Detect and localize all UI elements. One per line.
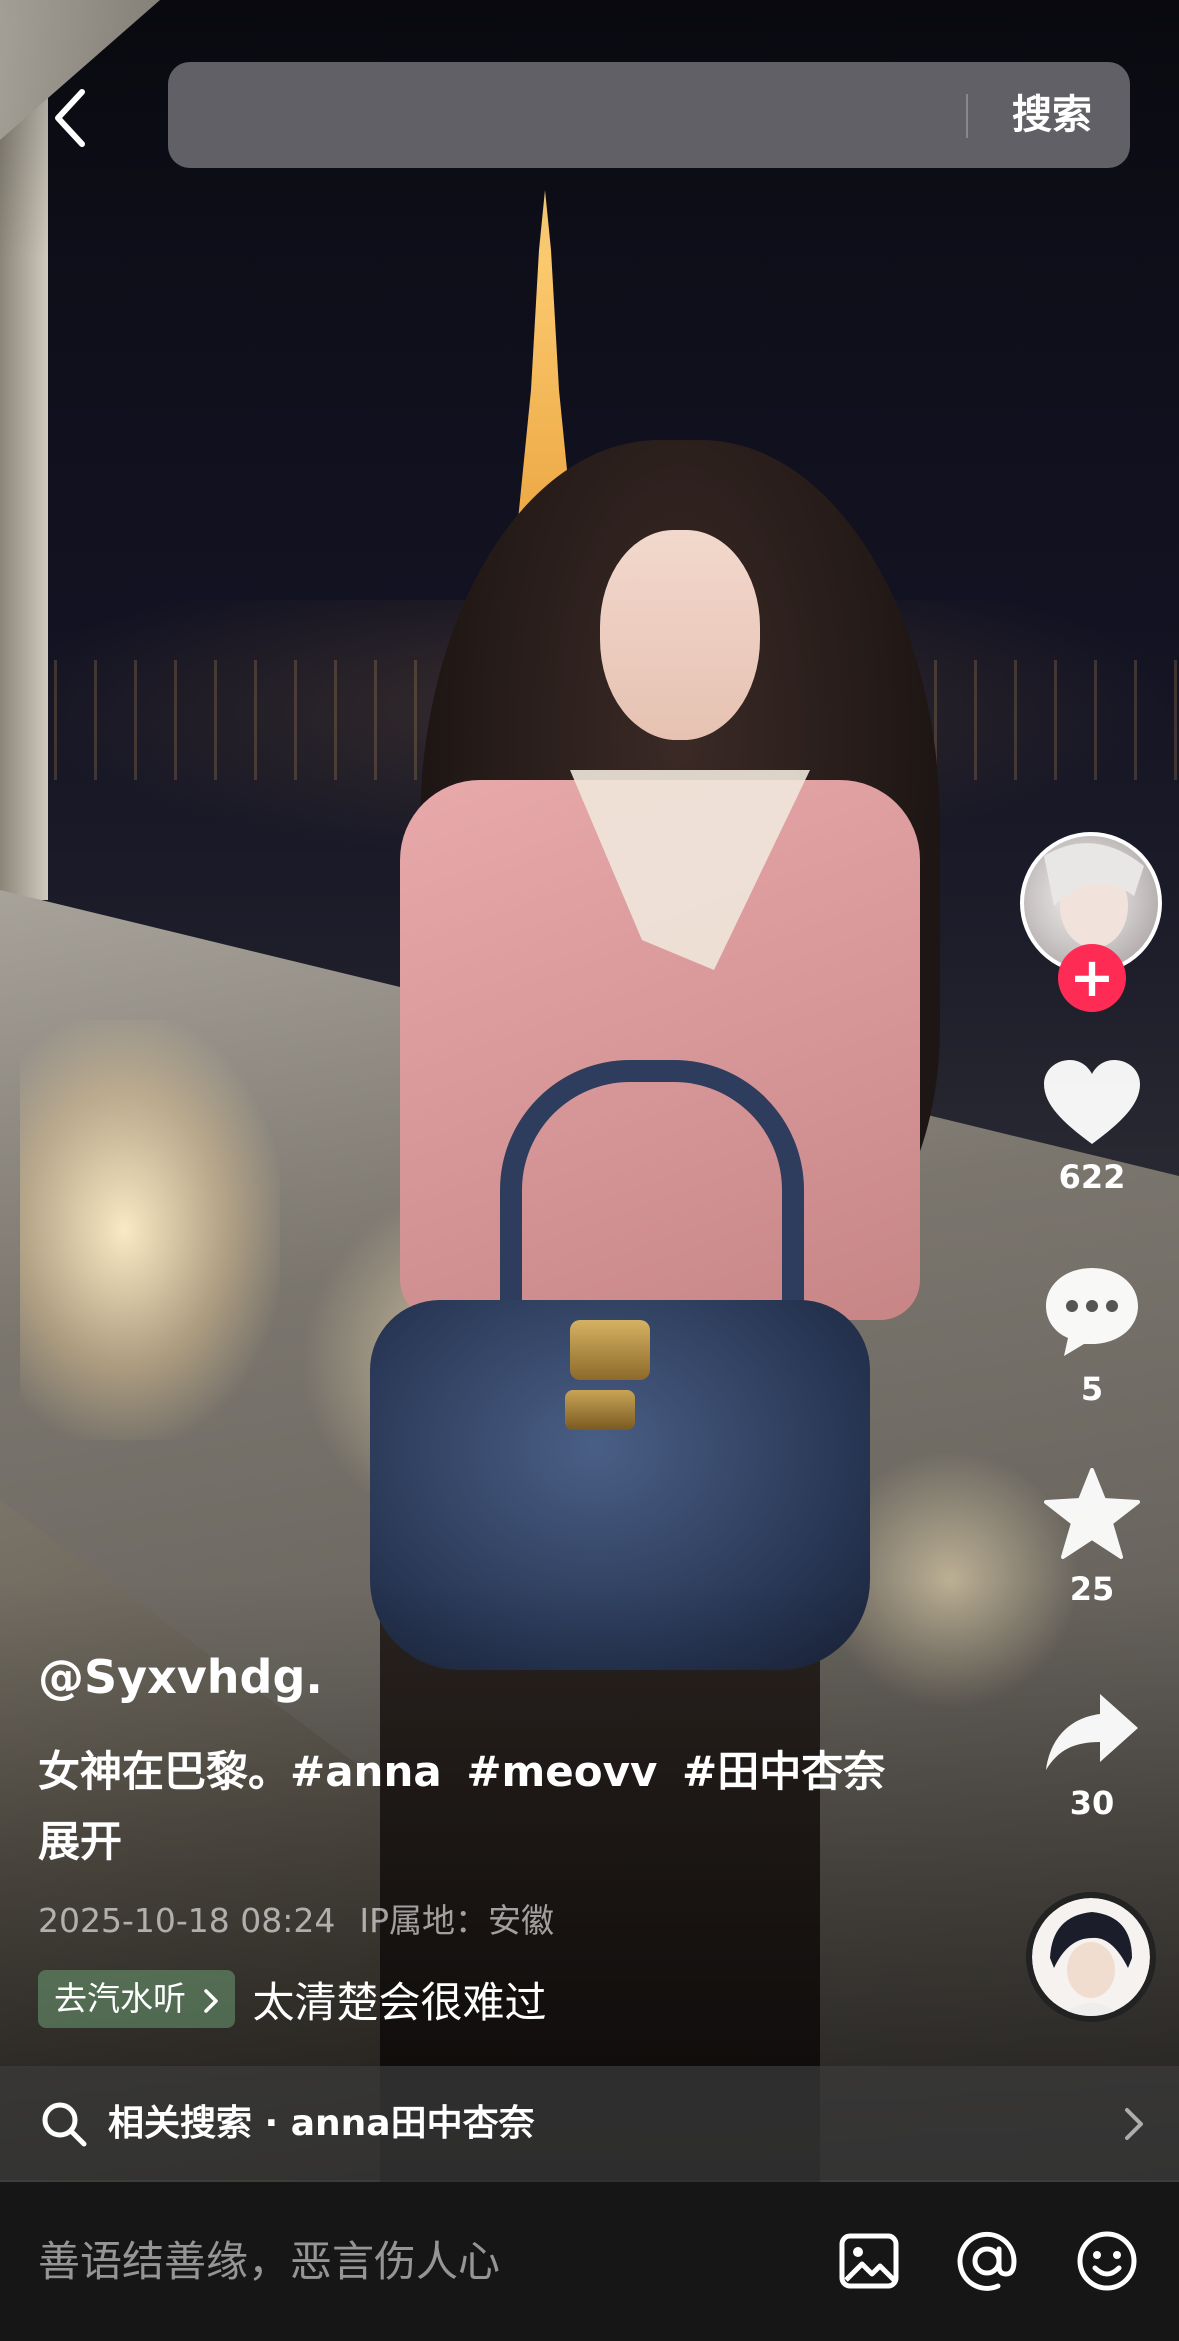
back-button[interactable] xyxy=(40,78,100,158)
comment-button[interactable]: 5 xyxy=(1022,1264,1162,1408)
favorite-button[interactable]: 25 xyxy=(1022,1468,1162,1608)
comment-input[interactable]: 善语结善缘，恶言伤人心 xyxy=(38,2182,500,2341)
hashtag[interactable]: #anna xyxy=(290,1747,442,1796)
video-background[interactable] xyxy=(0,0,1179,2182)
comment-icon xyxy=(1046,1268,1138,1356)
caption-text: 女神在巴黎。 xyxy=(38,1747,291,1796)
search-input[interactable]: 搜索 xyxy=(168,62,1130,168)
comment-count: 5 xyxy=(1080,1370,1104,1408)
person-face xyxy=(600,530,760,740)
at-icon[interactable] xyxy=(954,2228,1020,2294)
bag-lock xyxy=(565,1390,635,1430)
bag-lock xyxy=(570,1320,650,1380)
search-icon xyxy=(42,2102,87,2147)
post-timestamp: 2025-10-18 08:24 xyxy=(38,1901,336,1940)
music-row[interactable]: 去汽水听 太清楚会很难过 xyxy=(38,1968,547,2030)
star-icon xyxy=(1044,1468,1140,1559)
music-disc[interactable] xyxy=(1026,1892,1156,2022)
related-search-label: 相关搜索 · anna田中杏奈 xyxy=(108,2103,535,2144)
back-icon xyxy=(55,89,85,147)
chevron-right-icon xyxy=(1125,2108,1143,2140)
expand-link[interactable]: 展开 xyxy=(38,1808,122,1869)
image-icon[interactable] xyxy=(836,2228,902,2294)
related-search-bar[interactable]: 相关搜索 · anna田中杏奈 xyxy=(0,2066,1179,2182)
hashtag[interactable]: #meovv xyxy=(466,1747,657,1796)
search-divider xyxy=(966,94,968,138)
search-button[interactable]: 搜索 xyxy=(1012,62,1092,168)
author-name[interactable]: @Syxvhdg. xyxy=(38,1650,323,1704)
favorite-count: 25 xyxy=(1069,1570,1115,1608)
hashtag[interactable]: #田中杏奈 xyxy=(682,1747,885,1796)
heart-icon xyxy=(1044,1060,1140,1144)
share-count: 30 xyxy=(1069,1784,1115,1822)
music-cover xyxy=(1032,1898,1150,2016)
post-caption: 女神在巴黎。#anna #meovv #田中杏奈 xyxy=(38,1738,885,1799)
music-app-tag[interactable]: 去汽水听 xyxy=(38,1970,235,2028)
chevron-right-icon xyxy=(203,1988,218,2013)
follow-button[interactable]: + xyxy=(1058,944,1126,1012)
comment-bar: 善语结善缘，恶言伤人心 xyxy=(0,2182,1179,2341)
music-app-label: 去汽水听 xyxy=(54,1979,186,2018)
share-button[interactable]: 30 xyxy=(1022,1690,1162,1822)
light-glow xyxy=(20,1020,280,1440)
share-icon xyxy=(1046,1694,1138,1770)
like-button[interactable]: 622 xyxy=(1022,1058,1162,1196)
ip-location: IP属地：安徽 xyxy=(359,1901,555,1940)
post-meta: 2025-10-18 08:24 IP属地：安徽 xyxy=(38,1894,554,1942)
music-title: 太清楚会很难过 xyxy=(252,1977,547,2027)
emoji-icon[interactable] xyxy=(1074,2228,1140,2294)
like-count: 622 xyxy=(1058,1158,1126,1196)
